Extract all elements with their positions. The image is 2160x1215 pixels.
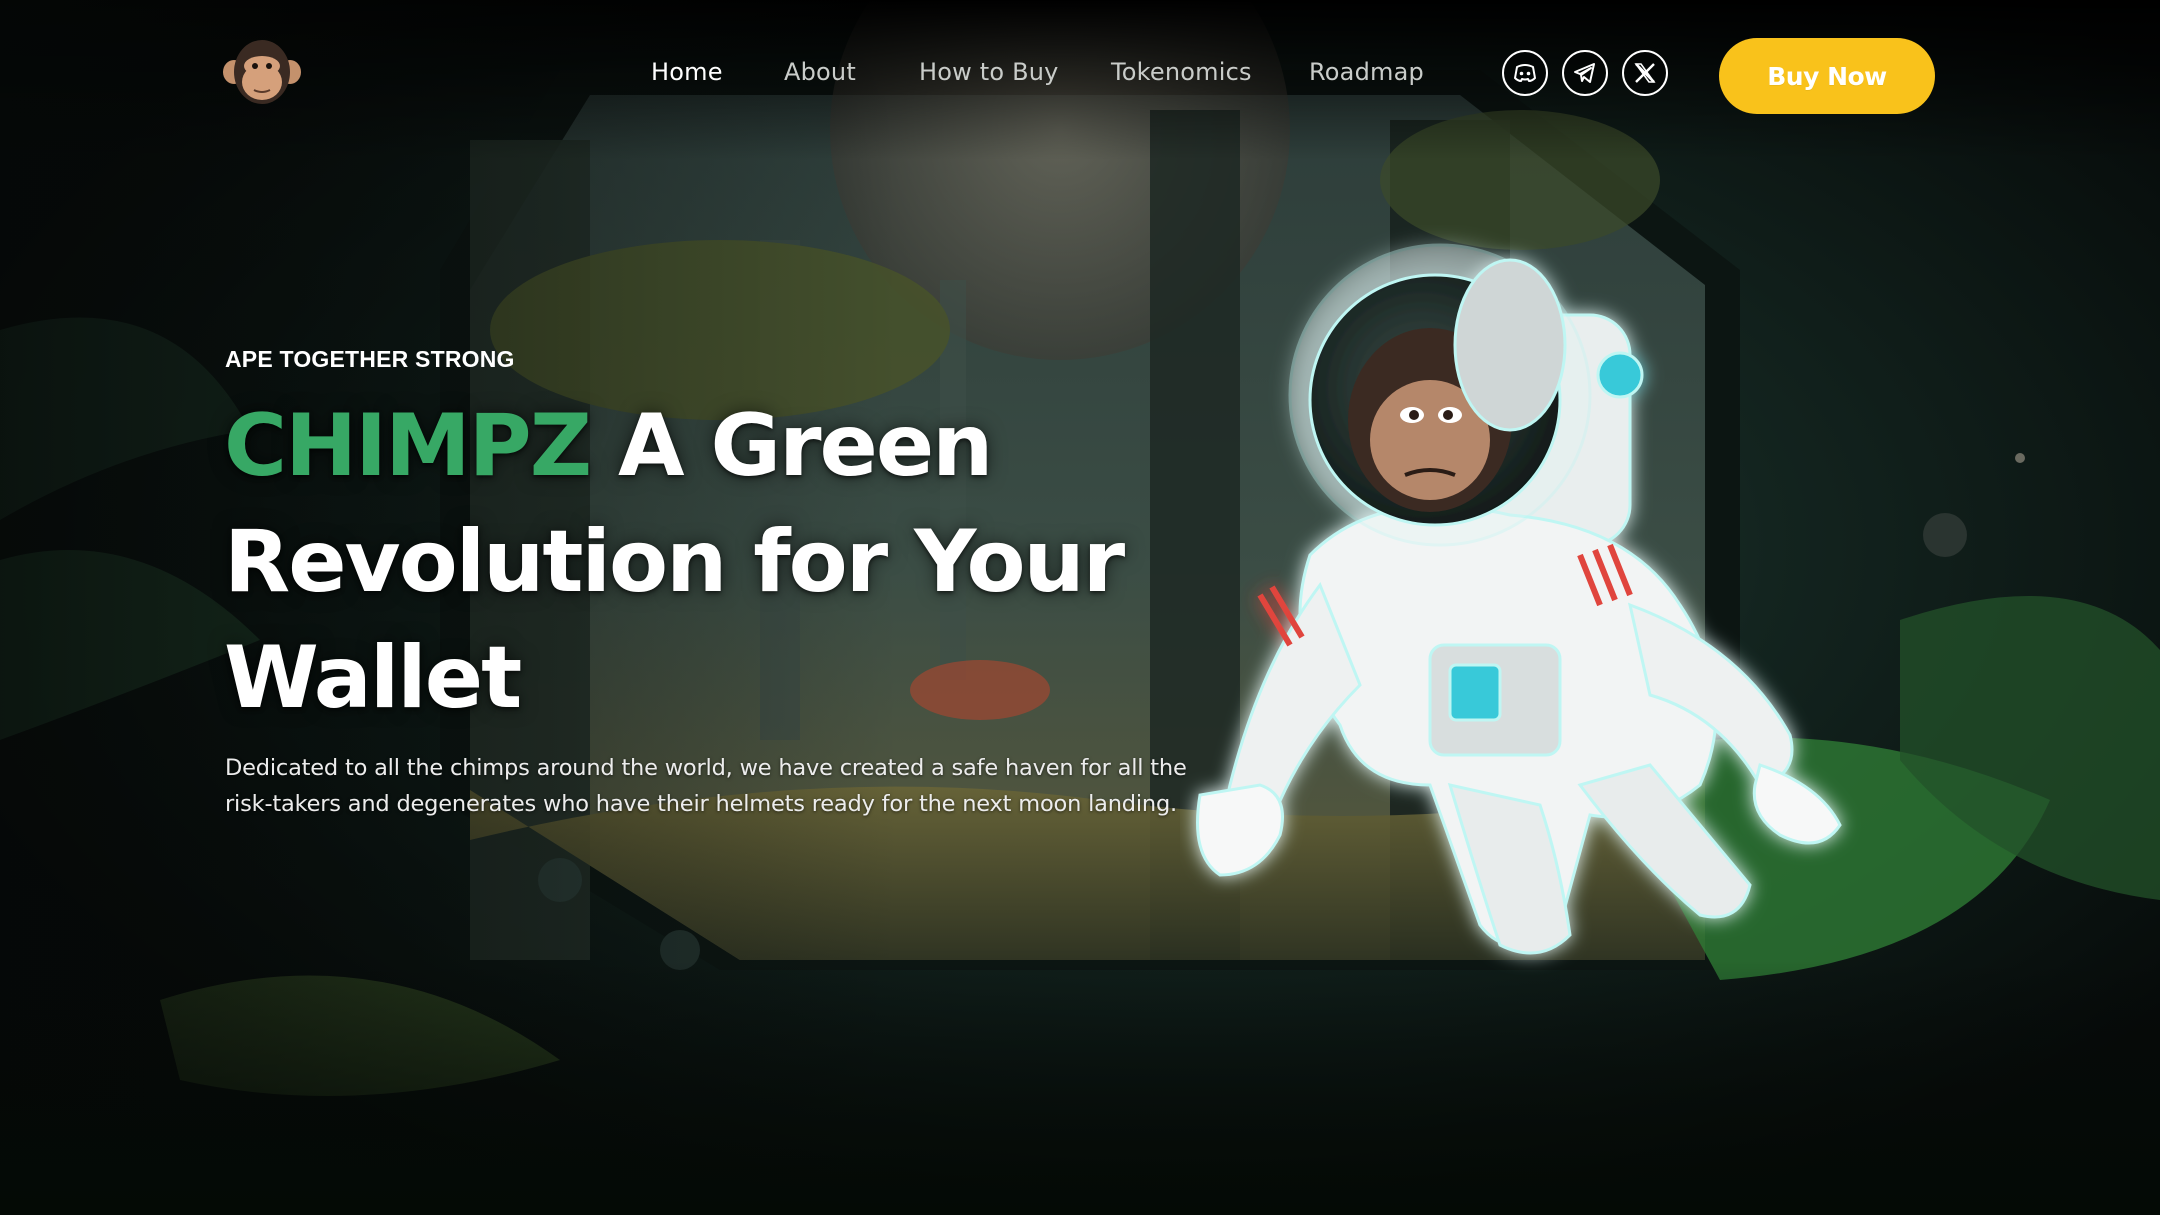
hero-eyebrow: APE TOGETHER STRONG <box>225 346 515 372</box>
astronaut-chimp-mascot <box>1196 243 1842 955</box>
nav-roadmap-link[interactable]: Roadmap <box>1309 58 1424 86</box>
telegram-button[interactable] <box>1562 50 1608 96</box>
nav-tokenomics-link[interactable]: Tokenomics <box>1111 58 1252 86</box>
nav-about-link[interactable]: About <box>784 58 856 86</box>
telegram-icon <box>1574 63 1595 83</box>
chimp-head-logo-icon[interactable] <box>222 38 302 110</box>
social-links <box>1502 50 1672 100</box>
discord-button[interactable] <box>1502 50 1548 96</box>
discord-icon <box>1514 64 1536 82</box>
top-navigation: Home About How to Buy Tokenomics Roadmap… <box>0 0 2160 150</box>
x-twitter-button[interactable] <box>1622 50 1668 96</box>
nav-home-link[interactable]: Home <box>651 58 723 86</box>
x-twitter-icon <box>1634 63 1656 83</box>
hero-headline: CHIMPZ A Green Revolution for Your Walle… <box>224 388 1204 736</box>
headline-brand: CHIMPZ <box>224 396 592 496</box>
nav-how-to-buy-link[interactable]: How to Buy <box>919 58 1059 86</box>
buy-now-button[interactable]: Buy Now <box>1719 38 1935 114</box>
hero-description: Dedicated to all the chimps around the w… <box>225 755 1187 817</box>
